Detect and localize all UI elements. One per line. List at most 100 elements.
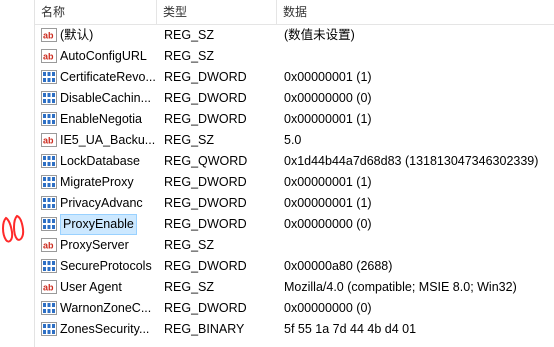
value-name-cell: MigrateProxy xyxy=(59,172,156,193)
value-name: DisableCachin... xyxy=(60,91,152,105)
registry-value-row[interactable]: EnableNegotia REG_DWORD 0x00000001 (1) xyxy=(35,109,554,130)
binary-value-icon xyxy=(41,175,57,189)
value-name-cell: WarnonZoneC... xyxy=(59,298,156,319)
value-name: IE5_UA_Backu... xyxy=(60,133,156,147)
value-name-cell: LockDatabase xyxy=(59,151,156,172)
registry-value-row[interactable]: DisableCachin... REG_DWORD 0x00000000 (0) xyxy=(35,88,554,109)
value-name: User Agent xyxy=(60,280,122,294)
values-list: ab (默认) REG_SZ (数值未设置) ab AutoConfigURL REG… xyxy=(35,25,554,340)
column-header-type[interactable]: 类型 xyxy=(157,0,277,24)
binary-value-icon xyxy=(41,301,57,315)
registry-values-pane: 名称 类型 数据 ab (默认) REG_SZ (数值未设置) ab AutoCon… xyxy=(0,0,554,347)
string-value-icon: ab xyxy=(41,49,57,63)
value-name: LockDatabase xyxy=(60,154,140,168)
registry-value-row[interactable]: ab IE5_UA_Backu... REG_SZ 5.0 xyxy=(35,130,554,151)
value-data: 0x00000001 (1) xyxy=(284,175,372,189)
value-name: WarnonZoneC... xyxy=(60,301,152,315)
value-type: REG_DWORD xyxy=(164,70,247,84)
value-name-cell: (默认) xyxy=(59,25,156,46)
value-name-cell: AutoConfigURL xyxy=(59,46,156,67)
value-name: ProxyEnable xyxy=(60,214,137,235)
binary-value-icon xyxy=(41,154,57,168)
value-name-cell: IE5_UA_Backu... xyxy=(59,130,156,151)
value-name-cell: ProxyServer xyxy=(59,235,156,256)
value-name: ProxyServer xyxy=(60,238,129,252)
binary-value-icon xyxy=(41,259,57,273)
column-header-name[interactable]: 名称 xyxy=(35,0,155,24)
value-type: REG_SZ xyxy=(164,28,215,42)
value-name-cell: SecureProtocols xyxy=(59,256,156,277)
binary-value-icon xyxy=(41,217,57,231)
registry-value-row[interactable]: ZonesSecurity... REG_BINARY 5f 55 1a 7d 44… xyxy=(35,319,554,340)
binary-value-icon xyxy=(41,70,57,84)
value-type: REG_SZ xyxy=(164,133,215,147)
value-name-cell: CertificateRevo... xyxy=(59,67,156,88)
value-name: PrivacyAdvanc xyxy=(60,196,143,210)
value-name: EnableNegotia xyxy=(60,112,143,126)
binary-value-icon xyxy=(41,196,57,210)
svg-text:ab: ab xyxy=(43,283,54,293)
value-name: (默认) xyxy=(60,28,94,42)
value-data: 0x00000001 (1) xyxy=(284,112,372,126)
value-data: 0x00000000 (0) xyxy=(284,91,372,105)
value-type: REG_SZ xyxy=(164,280,215,294)
value-data: 0x00000001 (1) xyxy=(284,70,372,84)
value-type: REG_DWORD xyxy=(164,112,247,126)
registry-value-row[interactable]: ab ProxyServer REG_SZ xyxy=(35,235,554,256)
value-name-cell: ProxyEnable xyxy=(59,214,156,235)
value-type: REG_QWORD xyxy=(164,154,248,168)
value-data: Mozilla/4.0 (compatible; MSIE 8.0; Win32… xyxy=(284,280,517,294)
svg-text:ab: ab xyxy=(43,136,54,146)
value-type: REG_DWORD xyxy=(164,217,247,231)
value-data: 5f 55 1a 7d 44 4b d4 01 xyxy=(284,322,417,336)
registry-value-row[interactable]: LockDatabase REG_QWORD 0x1d44b44a7d68d83 (… xyxy=(35,151,554,172)
red-ink-annotation xyxy=(2,214,25,243)
registry-value-row[interactable]: WarnonZoneC... REG_DWORD 0x00000000 (0) xyxy=(35,298,554,319)
value-name: ZonesSecurity... xyxy=(60,322,150,336)
value-data: 0x00000000 (0) xyxy=(284,301,372,315)
value-type: REG_DWORD xyxy=(164,175,247,189)
svg-text:ab: ab xyxy=(43,52,54,62)
value-data: 0x00000a80 (2688) xyxy=(284,259,393,273)
value-name-cell: EnableNegotia xyxy=(59,109,156,130)
value-type: REG_SZ xyxy=(164,49,215,63)
string-value-icon: ab xyxy=(41,238,57,252)
value-type: REG_DWORD xyxy=(164,91,247,105)
value-name: CertificateRevo... xyxy=(60,70,156,84)
column-header: 名称 类型 数据 xyxy=(35,0,554,25)
registry-value-row[interactable]: ab AutoConfigURL REG_SZ xyxy=(35,46,554,67)
registry-value-row[interactable]: PrivacyAdvanc REG_DWORD 0x00000001 (1) xyxy=(35,193,554,214)
value-name: MigrateProxy xyxy=(60,175,134,189)
value-data: 0x00000001 (1) xyxy=(284,196,372,210)
value-data: (数值未设置) xyxy=(284,28,355,42)
column-header-data[interactable]: 数据 xyxy=(277,0,554,24)
registry-value-row[interactable]: CertificateRevo... REG_DWORD 0x00000001 (1… xyxy=(35,67,554,88)
registry-value-row[interactable]: SecureProtocols REG_DWORD 0x00000a80 (2688… xyxy=(35,256,554,277)
svg-text:ab: ab xyxy=(43,31,54,41)
string-value-icon: ab xyxy=(41,28,57,42)
binary-value-icon xyxy=(41,91,57,105)
value-name-cell: ZonesSecurity... xyxy=(59,319,156,340)
value-name: AutoConfigURL xyxy=(60,49,147,63)
value-type: REG_BINARY xyxy=(164,322,245,336)
string-value-icon: ab xyxy=(41,133,57,147)
registry-value-row[interactable]: MigrateProxy REG_DWORD 0x00000001 (1) xyxy=(35,172,554,193)
value-name-cell: DisableCachin... xyxy=(59,88,156,109)
value-name-cell: PrivacyAdvanc xyxy=(59,193,156,214)
string-value-icon: ab xyxy=(41,280,57,294)
value-name-cell: User Agent xyxy=(59,277,156,298)
svg-text:ab: ab xyxy=(43,241,54,251)
value-type: REG_SZ xyxy=(164,238,215,252)
registry-value-row[interactable]: ab User Agent REG_SZ Mozilla/4.0 (compatib… xyxy=(35,277,554,298)
value-type: REG_DWORD xyxy=(164,259,247,273)
binary-value-icon xyxy=(41,322,57,336)
registry-value-row[interactable]: ProxyEnable REG_DWORD 0x00000000 (0) xyxy=(35,214,554,235)
value-data: 5.0 xyxy=(284,133,302,147)
value-data: 0x1d44b44a7d68d83 (131813047346302339) xyxy=(284,154,539,168)
binary-value-icon xyxy=(41,112,57,126)
value-name: SecureProtocols xyxy=(60,259,152,273)
value-type: REG_DWORD xyxy=(164,301,247,315)
value-data: 0x00000000 (0) xyxy=(284,217,372,231)
registry-value-row[interactable]: ab (默认) REG_SZ (数值未设置) xyxy=(35,25,554,46)
value-type: REG_DWORD xyxy=(164,196,247,210)
